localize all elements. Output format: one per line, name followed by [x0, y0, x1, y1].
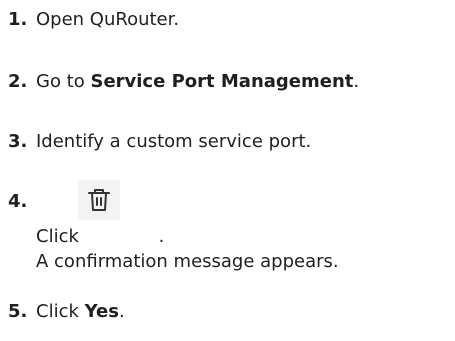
- step-2-bold: Service Port Management: [90, 71, 354, 92]
- step-5-number: 5.: [8, 301, 28, 322]
- step-3-number: 3.: [8, 131, 28, 152]
- step-4-number: 4.: [8, 191, 28, 212]
- step-2-text: Go to Service Port Management.: [36, 70, 359, 94]
- step-5-text: Click Yes.: [36, 300, 125, 324]
- step-5-suffix: .: [118, 301, 125, 322]
- step-4-note: A confirmation message appears.: [36, 251, 339, 272]
- step-1-text: Open QuRouter.: [36, 9, 180, 30]
- step-1-number: 1.: [8, 9, 28, 30]
- step-2-suffix: .: [353, 71, 360, 92]
- step-2-prefix: Go to: [36, 71, 91, 92]
- step-4-text: Click .: [36, 225, 164, 249]
- step-2-number: 2.: [8, 71, 28, 92]
- step-4-suffix: .: [158, 226, 165, 247]
- trash-icon: [78, 180, 120, 220]
- step-5-bold: Yes: [84, 301, 119, 322]
- trash-icon-graphic: [88, 189, 110, 211]
- step-4-prefix: Click: [36, 226, 85, 247]
- step-3-text: Identify a custom service port.: [36, 131, 312, 152]
- step-5-prefix: Click: [36, 301, 85, 322]
